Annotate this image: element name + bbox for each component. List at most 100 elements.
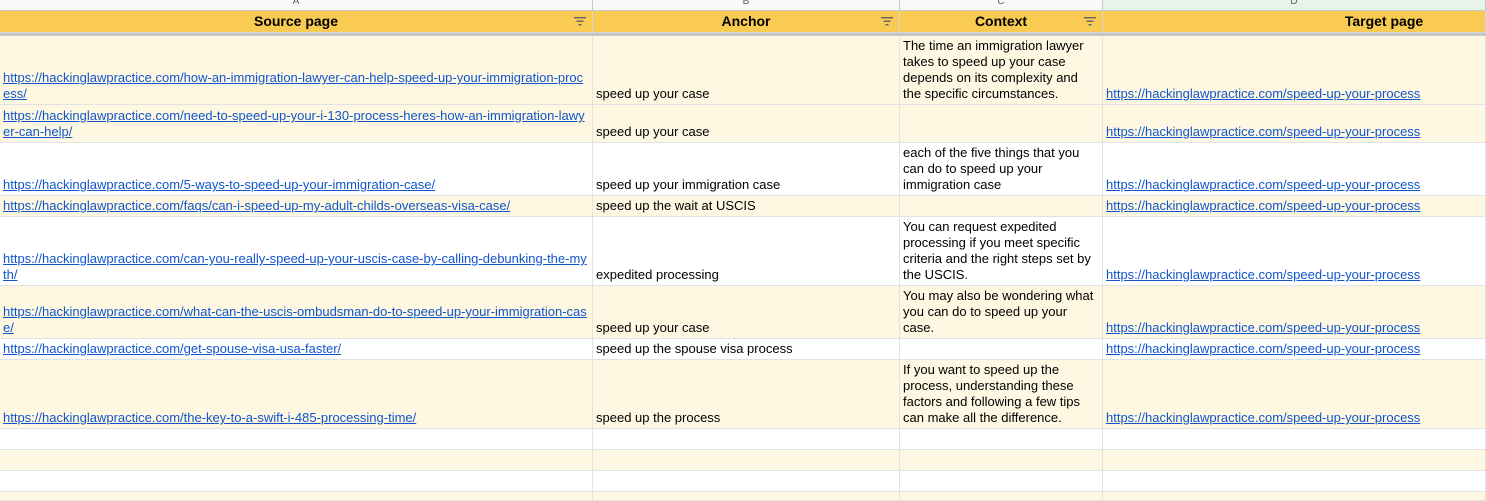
table-row: https://hackinglawpractice.com/get-spous…: [0, 339, 1486, 360]
anchor-cell[interactable]: expedited processing: [593, 217, 900, 285]
anchor-cell[interactable]: speed up the process: [593, 360, 900, 428]
source-page-cell[interactable]: https://hackinglawpractice.com/get-spous…: [0, 339, 593, 359]
source-page-link[interactable]: https://hackinglawpractice.com/faqs/can-…: [3, 198, 589, 214]
anchor-cell[interactable]: speed up your case: [593, 105, 900, 142]
table-row: https://hackinglawpractice.com/what-can-…: [0, 286, 1486, 339]
anchor-text: expedited processing: [596, 267, 719, 282]
column-letter: C: [997, 0, 1005, 7]
source-page-cell[interactable]: https://hackinglawpractice.com/need-to-s…: [0, 105, 593, 142]
source-page-cell[interactable]: [0, 492, 593, 500]
anchor-cell[interactable]: speed up your case: [593, 36, 900, 104]
source-page-cell[interactable]: https://hackinglawpractice.com/how-an-im…: [0, 36, 593, 104]
target-page-link[interactable]: https://hackinglawpractice.com/speed-up-…: [1106, 267, 1482, 283]
target-page-cell[interactable]: [1103, 450, 1486, 470]
target-page-link[interactable]: https://hackinglawpractice.com/speed-up-…: [1106, 410, 1482, 426]
anchor-cell[interactable]: speed up the spouse visa process: [593, 339, 900, 359]
context-cell[interactable]: [900, 105, 1103, 142]
source-page-cell[interactable]: https://hackinglawpractice.com/the-key-t…: [0, 360, 593, 428]
context-cell[interactable]: You can request expedited processing if …: [900, 217, 1103, 285]
source-page-link[interactable]: https://hackinglawpractice.com/how-an-im…: [3, 70, 589, 102]
header-cell-source-page[interactable]: Source page: [0, 11, 593, 33]
filter-icon[interactable]: [574, 15, 586, 27]
target-page-link[interactable]: https://hackinglawpractice.com/speed-up-…: [1106, 341, 1482, 357]
header-label: Context: [974, 13, 1028, 29]
table-row: https://hackinglawpractice.com/how-an-im…: [0, 36, 1486, 105]
header-cell-context[interactable]: Context: [900, 11, 1103, 33]
context-cell[interactable]: [900, 339, 1103, 359]
table-row: https://hackinglawpractice.com/the-key-t…: [0, 360, 1486, 429]
target-page-link[interactable]: https://hackinglawpractice.com/speed-up-…: [1106, 320, 1482, 336]
source-page-link[interactable]: https://hackinglawpractice.com/what-can-…: [3, 304, 589, 336]
anchor-text: speed up the wait at USCIS: [596, 198, 756, 213]
filter-icon[interactable]: [1084, 15, 1096, 27]
context-cell[interactable]: [900, 429, 1103, 449]
header-cell-target-page[interactable]: Target page: [1103, 11, 1486, 33]
context-cell[interactable]: [900, 492, 1103, 500]
column-header-b[interactable]: B: [593, 0, 900, 11]
context-cell[interactable]: You may also be wondering what you can d…: [900, 286, 1103, 338]
source-page-cell[interactable]: [0, 429, 593, 449]
column-header-a[interactable]: A: [0, 0, 593, 11]
anchor-text: speed up your case: [596, 86, 710, 101]
anchor-cell[interactable]: speed up your immigration case: [593, 143, 900, 195]
table-row: [0, 471, 1486, 492]
context-text: You may also be wondering what you can d…: [903, 288, 1094, 335]
context-text: The time an immigration lawyer takes to …: [903, 38, 1084, 101]
anchor-cell[interactable]: speed up the wait at USCIS: [593, 196, 900, 216]
anchor-cell[interactable]: [593, 450, 900, 470]
anchor-text: speed up your case: [596, 124, 710, 139]
source-page-cell[interactable]: https://hackinglawpractice.com/5-ways-to…: [0, 143, 593, 195]
source-page-cell[interactable]: [0, 450, 593, 470]
anchor-text: speed up your case: [596, 320, 710, 335]
target-page-cell[interactable]: https://hackinglawpractice.com/speed-up-…: [1103, 143, 1486, 195]
target-page-cell[interactable]: [1103, 492, 1486, 500]
source-page-cell[interactable]: https://hackinglawpractice.com/what-can-…: [0, 286, 593, 338]
header-cell-anchor[interactable]: Anchor: [593, 11, 900, 33]
source-page-link[interactable]: https://hackinglawpractice.com/can-you-r…: [3, 251, 589, 283]
source-page-link[interactable]: https://hackinglawpractice.com/get-spous…: [3, 341, 589, 357]
target-page-cell[interactable]: https://hackinglawpractice.com/speed-up-…: [1103, 217, 1486, 285]
context-cell[interactable]: [900, 450, 1103, 470]
target-page-cell[interactable]: [1103, 429, 1486, 449]
source-page-link[interactable]: https://hackinglawpractice.com/5-ways-to…: [3, 177, 589, 193]
anchor-cell[interactable]: [593, 471, 900, 491]
target-page-link[interactable]: https://hackinglawpractice.com/speed-up-…: [1106, 177, 1482, 193]
target-page-link[interactable]: https://hackinglawpractice.com/speed-up-…: [1106, 86, 1482, 102]
target-page-cell[interactable]: https://hackinglawpractice.com/speed-up-…: [1103, 196, 1486, 216]
source-page-link[interactable]: https://hackinglawpractice.com/the-key-t…: [3, 410, 589, 426]
target-page-cell[interactable]: https://hackinglawpractice.com/speed-up-…: [1103, 36, 1486, 104]
column-header-c[interactable]: C: [900, 0, 1103, 11]
context-cell[interactable]: each of the five things that you can do …: [900, 143, 1103, 195]
target-page-cell[interactable]: https://hackinglawpractice.com/speed-up-…: [1103, 105, 1486, 142]
table-row: [0, 429, 1486, 450]
anchor-text: speed up your immigration case: [596, 177, 781, 192]
anchor-text: speed up the spouse visa process: [596, 341, 793, 356]
context-cell[interactable]: [900, 471, 1103, 491]
column-letter: B: [742, 0, 750, 7]
anchor-cell[interactable]: [593, 492, 900, 500]
source-page-cell[interactable]: https://hackinglawpractice.com/faqs/can-…: [0, 196, 593, 216]
table-row: https://hackinglawpractice.com/can-you-r…: [0, 217, 1486, 286]
column-header-d[interactable]: D: [1103, 0, 1486, 11]
anchor-cell[interactable]: speed up your case: [593, 286, 900, 338]
header-label: Source page: [253, 13, 339, 29]
source-page-link[interactable]: https://hackinglawpractice.com/need-to-s…: [3, 108, 589, 140]
source-page-cell[interactable]: https://hackinglawpractice.com/can-you-r…: [0, 217, 593, 285]
source-page-cell[interactable]: [0, 471, 593, 491]
target-page-cell[interactable]: https://hackinglawpractice.com/speed-up-…: [1103, 286, 1486, 338]
context-text: each of the five things that you can do …: [903, 145, 1080, 192]
spreadsheet-grid: A B C D Source page Anchor Context Targe…: [0, 0, 1486, 501]
context-cell[interactable]: [900, 196, 1103, 216]
target-page-link[interactable]: https://hackinglawpractice.com/speed-up-…: [1106, 124, 1482, 140]
target-page-cell[interactable]: https://hackinglawpractice.com/speed-up-…: [1103, 360, 1486, 428]
context-cell[interactable]: The time an immigration lawyer takes to …: [900, 36, 1103, 104]
target-page-cell[interactable]: [1103, 471, 1486, 491]
context-text: You can request expedited processing if …: [903, 219, 1091, 282]
context-cell[interactable]: If you want to speed up the process, und…: [900, 360, 1103, 428]
target-page-cell[interactable]: https://hackinglawpractice.com/speed-up-…: [1103, 339, 1486, 359]
filter-icon[interactable]: [881, 15, 893, 27]
anchor-cell[interactable]: [593, 429, 900, 449]
anchor-text: speed up the process: [596, 410, 721, 425]
table-row: https://hackinglawpractice.com/faqs/can-…: [0, 196, 1486, 217]
target-page-link[interactable]: https://hackinglawpractice.com/speed-up-…: [1106, 198, 1482, 214]
